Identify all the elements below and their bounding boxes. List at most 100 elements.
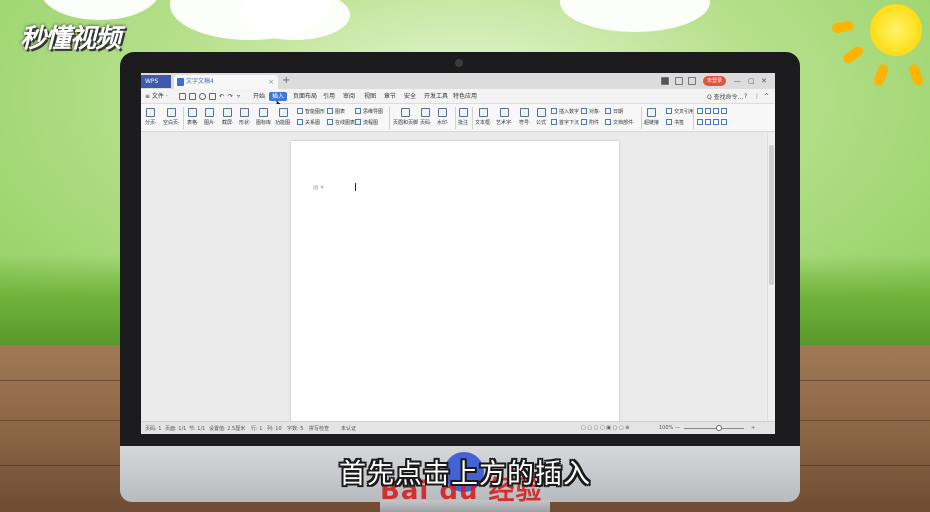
form-checkbox-icon: [697, 108, 703, 114]
more-icon[interactable]: ⋮: [754, 92, 760, 101]
form-combo-icon: [705, 119, 711, 125]
tab-review[interactable]: 审阅: [343, 92, 355, 101]
flowchart-icon: [355, 119, 361, 125]
zoom-slider-handle[interactable]: [716, 425, 722, 431]
menu-bar: ≡ 文件 · ↶ ↷ ▿ 开始 插入 页面布局 引用 审阅 视图 章节 安全 开…: [141, 89, 775, 104]
equation-button[interactable]: 公式: [536, 108, 546, 126]
layout-icon[interactable]: [661, 77, 669, 85]
help-icon[interactable]: ?: [744, 92, 747, 101]
document-icon: [177, 78, 184, 86]
form-text-icon: [713, 108, 719, 114]
drop-cap-button[interactable]: 首字下沉: [551, 119, 579, 127]
form-list-icon: [721, 108, 727, 114]
header-footer-button[interactable]: 页眉和页脚: [393, 108, 418, 126]
close-tab-icon[interactable]: ×: [268, 75, 274, 89]
chart-icon: [327, 108, 333, 114]
login-button[interactable]: 未登录: [703, 76, 726, 86]
search-command[interactable]: Q 查找命令...: [707, 92, 743, 101]
status-section: 节: 1/1: [189, 426, 206, 432]
online-chart-button[interactable]: 在线图表: [327, 119, 355, 127]
tab-special[interactable]: 特色应用: [453, 92, 477, 101]
shapes-button[interactable]: 形状·: [239, 108, 251, 126]
tab-page-layout[interactable]: 页面布局: [293, 92, 317, 101]
new-tab-button[interactable]: +: [282, 74, 290, 88]
form-control-button[interactable]: [697, 119, 729, 127]
insert-number-button[interactable]: 插入数字: [551, 108, 579, 116]
ribbon-divider: [693, 107, 694, 129]
document-tab[interactable]: 文字文稿4 ×: [174, 75, 278, 89]
tab-security[interactable]: 安全: [404, 92, 416, 101]
function-chart-button[interactable]: 功能图·: [275, 108, 292, 126]
page-number-icon: [421, 108, 431, 117]
document-page[interactable]: ▤ ▾: [291, 141, 619, 422]
minimize-button[interactable]: —: [734, 75, 741, 87]
zoom-slider[interactable]: [684, 428, 744, 429]
mind-map-button[interactable]: 思维导图: [355, 108, 383, 116]
file-menu[interactable]: ≡ 文件 ·: [145, 92, 168, 101]
save-icon[interactable]: [179, 93, 186, 100]
page-number-button[interactable]: 页码·: [420, 108, 432, 126]
status-words[interactable]: 字数: 5: [287, 425, 303, 432]
chart-button[interactable]: 图表: [327, 108, 345, 116]
link-icon: [647, 108, 656, 117]
preview-icon[interactable]: [199, 93, 206, 100]
sun-icon: [870, 4, 922, 56]
word-art-button[interactable]: 艺术字·: [496, 108, 513, 126]
text-box-button[interactable]: 文本框·: [475, 108, 492, 126]
export-icon[interactable]: [209, 93, 216, 100]
document-tab-label: 文字文稿4: [186, 78, 214, 85]
hyperlink-button[interactable]: 超链接: [644, 108, 659, 126]
close-window-button[interactable]: ✕: [761, 75, 767, 87]
relation-chart-button[interactable]: 关系图: [297, 119, 320, 127]
zoom-out-button[interactable]: —: [675, 425, 680, 431]
bookmark-button[interactable]: 书签: [666, 119, 684, 127]
form-control-button[interactable]: [697, 108, 729, 116]
vertical-scrollbar[interactable]: [767, 133, 775, 420]
redo-icon[interactable]: ↷: [228, 92, 233, 101]
smart-art-button[interactable]: 智能图形: [297, 108, 325, 116]
tab-chapter[interactable]: 章节: [384, 92, 396, 101]
tab-references[interactable]: 引用: [323, 92, 335, 101]
flowchart-button[interactable]: 流程图: [355, 119, 378, 127]
screenshot-button[interactable]: 截屏·: [222, 108, 234, 126]
collapse-ribbon-icon[interactable]: ^: [764, 92, 769, 101]
date-button[interactable]: 日期: [605, 108, 623, 116]
table-button[interactable]: 表格·: [187, 108, 199, 126]
zoom-in-button[interactable]: +: [751, 425, 755, 431]
undo-icon[interactable]: ↶: [219, 92, 224, 101]
icon-library-icon: [259, 108, 268, 117]
paragraph-marker-icon: ▤ ▾: [313, 184, 324, 191]
scrollbar-thumb[interactable]: [769, 145, 774, 285]
view-mode-icons[interactable]: ▢ ▢ ▢ ▢ ▣ ▢ ▢ ⊕: [581, 425, 629, 431]
certification-status[interactable]: 未认证: [341, 425, 356, 432]
tab-view[interactable]: 视图: [364, 92, 376, 101]
picture-button[interactable]: 图片·: [204, 108, 216, 126]
wps-home-tab[interactable]: WPS: [141, 75, 171, 88]
comment-button[interactable]: 批注: [458, 108, 468, 126]
quick-access-more-icon[interactable]: ▿: [237, 92, 240, 101]
skin-icon[interactable]: [688, 77, 696, 85]
spell-check-toggle[interactable]: 拼写检查: [309, 425, 329, 432]
omega-icon: [520, 108, 530, 117]
tab-developer[interactable]: 开发工具: [424, 92, 448, 101]
attachment-button[interactable]: 附件: [581, 119, 599, 127]
zoom-level[interactable]: 100%: [659, 425, 673, 431]
online-chart-icon: [327, 119, 333, 125]
bookmark-icon: [666, 119, 672, 125]
tab-home[interactable]: 开始: [253, 92, 265, 101]
symbol-button[interactable]: 符号·: [519, 108, 531, 126]
blank-page-button[interactable]: 空白页·: [163, 108, 180, 126]
grid-icon[interactable]: [675, 77, 683, 85]
shapes-icon: [240, 108, 250, 117]
print-icon[interactable]: [189, 93, 196, 100]
object-icon: [581, 108, 587, 114]
document-parts-button[interactable]: 文档部件·: [605, 119, 635, 127]
maximize-button[interactable]: ▢: [748, 75, 755, 87]
icon-library-button[interactable]: 图标库: [256, 108, 271, 126]
page-break-button[interactable]: 分页·: [145, 108, 157, 126]
cross-reference-button[interactable]: 交叉引用: [666, 108, 694, 116]
object-button[interactable]: 对象·: [581, 108, 601, 116]
watermark-button[interactable]: 水印·: [437, 108, 449, 126]
relation-chart-icon: [297, 119, 303, 125]
comment-icon: [458, 108, 468, 117]
